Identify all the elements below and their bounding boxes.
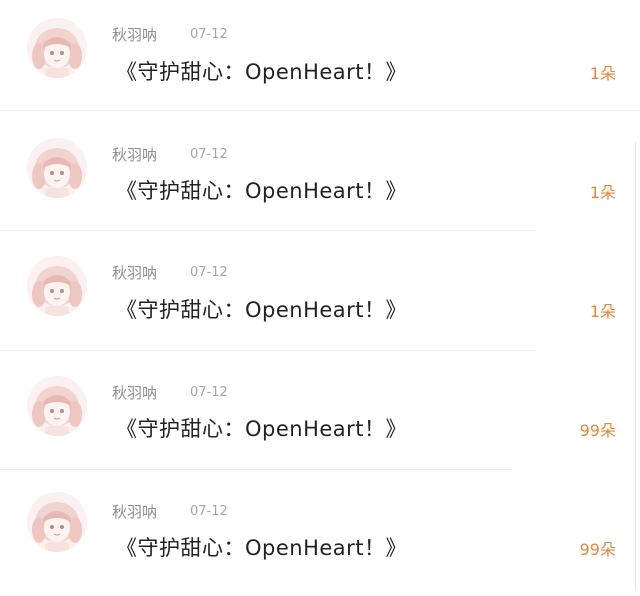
post-date: 07-12 [190,385,228,400]
author-name[interactable]: 秋羽呐 [112,382,157,403]
flower-count: 1朵 [589,302,616,321]
avatar[interactable] [27,18,87,78]
post-date: 07-12 [190,147,228,162]
list-item[interactable]: 秋羽呐 07-12 《守护甜心：OpenHeart！》 99朵 [0,360,640,478]
avatar[interactable] [27,138,87,198]
divider [0,469,512,470]
list-item[interactable]: 秋羽呐 07-12 《守护甜心：OpenHeart！》 1朵 [0,240,640,358]
post-date: 07-12 [190,27,228,42]
list-item[interactable]: 秋羽呐 07-12 《守护甜心：OpenHeart！》 99朵 [0,478,640,596]
anime-girl-avatar-icon [27,18,87,78]
avatar[interactable] [27,256,87,316]
post-title[interactable]: 《守护甜心：OpenHeart！》 [116,175,407,205]
anime-girl-avatar-icon [27,138,87,198]
divider [0,230,535,231]
author-name[interactable]: 秋羽呐 [112,144,157,165]
list-item[interactable]: 秋羽呐 07-12 《守护甜心：OpenHeart！》 1朵 [0,0,640,118]
flower-count: 1朵 [589,64,616,83]
avatar[interactable] [27,376,87,436]
post-date: 07-12 [190,265,228,280]
divider [0,110,640,111]
post-title[interactable]: 《守护甜心：OpenHeart！》 [116,56,407,86]
post-date: 07-12 [190,504,228,519]
post-title[interactable]: 《守护甜心：OpenHeart！》 [116,413,407,443]
divider [0,350,535,351]
post-title[interactable]: 《守护甜心：OpenHeart！》 [116,294,407,324]
avatar[interactable] [27,492,87,552]
author-name[interactable]: 秋羽呐 [112,262,157,283]
author-name[interactable]: 秋羽呐 [112,501,157,522]
anime-girl-avatar-icon [27,376,87,436]
anime-girl-avatar-icon [27,256,87,316]
author-name[interactable]: 秋羽呐 [112,24,157,45]
flower-count: 99朵 [579,540,616,559]
flower-count: 99朵 [579,421,616,440]
anime-girl-avatar-icon [27,492,87,552]
gift-feed-list: 秋羽呐 07-12 《守护甜心：OpenHeart！》 1朵 秋羽呐 07-12… [0,0,640,590]
post-title[interactable]: 《守护甜心：OpenHeart！》 [116,532,407,562]
flower-count: 1朵 [589,183,616,202]
list-item[interactable]: 秋羽呐 07-12 《守护甜心：OpenHeart！》 1朵 [0,120,640,238]
